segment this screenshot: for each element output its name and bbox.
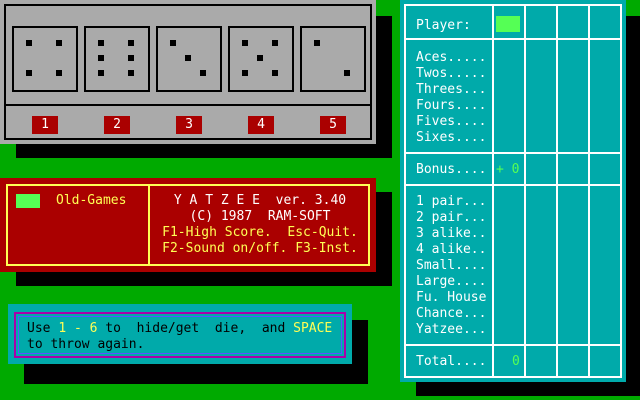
die-pip — [128, 70, 134, 76]
score-card-shadow — [416, 382, 640, 396]
score-col-divider-1 — [492, 6, 494, 376]
player-label: Player: — [416, 18, 471, 33]
die-pip — [128, 40, 134, 46]
category-4-alike[interactable]: 4 alike.. — [416, 242, 486, 258]
category-threes[interactable]: Threes... — [416, 82, 486, 98]
category-fours[interactable]: Fours.... — [416, 98, 486, 114]
category-aces[interactable]: Aces..... — [416, 50, 486, 66]
instructions-inner-frame: Use 1 - 6 to hide/get die, and SPACE to … — [18, 316, 342, 354]
die-pip — [26, 40, 32, 46]
die-pip — [56, 40, 62, 46]
die-3[interactable] — [156, 26, 222, 92]
category-yatzee[interactable]: Yatzee... — [416, 322, 486, 338]
old-games-menu-item[interactable]: Old-Games — [56, 193, 126, 208]
die-number-1[interactable]: 1 — [32, 116, 58, 134]
category-3-alike[interactable]: 3 alike.. — [416, 226, 486, 242]
die-number-4[interactable]: 4 — [248, 116, 274, 134]
score-col-divider-2 — [524, 6, 526, 376]
score-row-divider-1 — [406, 38, 620, 40]
total-label: Total.... — [416, 354, 487, 369]
total-value: 0 — [512, 354, 520, 369]
score-row-divider-2 — [406, 152, 620, 154]
score-card: Player: Aces..... Twos..... Threes... Fo… — [400, 0, 626, 382]
die-pip — [344, 70, 350, 76]
bonus-label: Bonus.... — [416, 162, 487, 177]
die-pip — [314, 40, 320, 46]
die-pip — [56, 70, 62, 76]
instruction-line-2: to throw again. — [27, 337, 145, 352]
category-sixes[interactable]: Sixes.... — [416, 130, 486, 146]
score-row-divider-3 — [406, 184, 620, 186]
score-col-divider-4 — [588, 6, 590, 376]
die-5[interactable] — [300, 26, 366, 92]
score-card-frame: Player: Aces..... Twos..... Threes... Fo… — [404, 4, 622, 378]
player-marker — [496, 16, 520, 32]
category-1-pair[interactable]: 1 pair... — [416, 194, 486, 210]
title-box-shadow-right — [376, 192, 392, 286]
copyright: (C) 1987 RAM-SOFT — [189, 209, 331, 224]
category-2-pair[interactable]: 2 pair... — [416, 210, 486, 226]
die-pip — [242, 70, 248, 76]
die-number-2[interactable]: 2 — [104, 116, 130, 134]
category-full-house[interactable]: Fu. House — [416, 290, 486, 306]
bonus-value: + 0 — [496, 162, 520, 177]
instr-box-shadow — [24, 364, 368, 384]
score-card-shadow-right — [626, 16, 640, 396]
category-fives[interactable]: Fives.... — [416, 114, 486, 130]
instr-key-space: SPACE — [293, 321, 333, 336]
instructions-box: Use 1 - 6 to hide/get die, and SPACE to … — [8, 304, 352, 364]
title-frame: Old-Games Y A T Z E E ver. 3.40 (C) 1987… — [6, 184, 370, 266]
die-number-5[interactable]: 5 — [320, 116, 346, 134]
dice-tray-shadow-right — [376, 16, 392, 158]
die-1[interactable] — [12, 26, 78, 92]
instr-text: Use — [27, 321, 59, 336]
die-pip — [200, 70, 206, 76]
help-keys-1: F1-High Score. Esc-Quit. — [162, 225, 358, 240]
die-pip — [272, 40, 278, 46]
die-4[interactable] — [228, 26, 294, 92]
category-large[interactable]: Large.... — [416, 274, 486, 290]
category-chance[interactable]: Chance... — [416, 306, 486, 322]
die-pip — [242, 40, 248, 46]
die-pip — [98, 55, 104, 61]
die-pip — [272, 70, 278, 76]
die-pip — [98, 70, 104, 76]
die-pip — [170, 40, 176, 46]
help-keys-2: F2-Sound on/off. F3-Inst. — [162, 241, 358, 256]
category-small[interactable]: Small.... — [416, 258, 486, 274]
title-divider — [148, 186, 150, 264]
game-title: Y A T Z E E ver. 3.40 — [173, 193, 347, 208]
tray-divider — [6, 104, 370, 106]
instr-text: to hide/get die, and — [97, 321, 294, 336]
die-pip — [185, 55, 191, 61]
title-box: Old-Games Y A T Z E E ver. 3.40 (C) 1987… — [0, 178, 376, 272]
instruction-line-1: Use 1 - 6 to hide/get die, and SPACE — [27, 321, 332, 337]
die-number-3[interactable]: 3 — [176, 116, 202, 134]
old-games-marker — [16, 194, 40, 208]
dice-tray-frame: 1 2 3 4 5 — [4, 4, 372, 140]
dice-tray-shadow — [16, 144, 392, 158]
score-row-divider-4 — [406, 344, 620, 346]
dice-tray: 1 2 3 4 5 — [0, 0, 376, 144]
die-2[interactable] — [84, 26, 150, 92]
instructions-frame: Use 1 - 6 to hide/get die, and SPACE to … — [14, 312, 346, 358]
die-pip — [26, 70, 32, 76]
score-col-divider-3 — [556, 6, 558, 376]
instr-box-shadow-right — [352, 320, 368, 384]
category-twos[interactable]: Twos..... — [416, 66, 486, 82]
die-pip — [257, 55, 263, 61]
die-pip — [98, 40, 104, 46]
title-box-shadow — [16, 272, 392, 286]
instr-key-range: 1 - 6 — [58, 321, 98, 336]
die-pip — [128, 55, 134, 61]
